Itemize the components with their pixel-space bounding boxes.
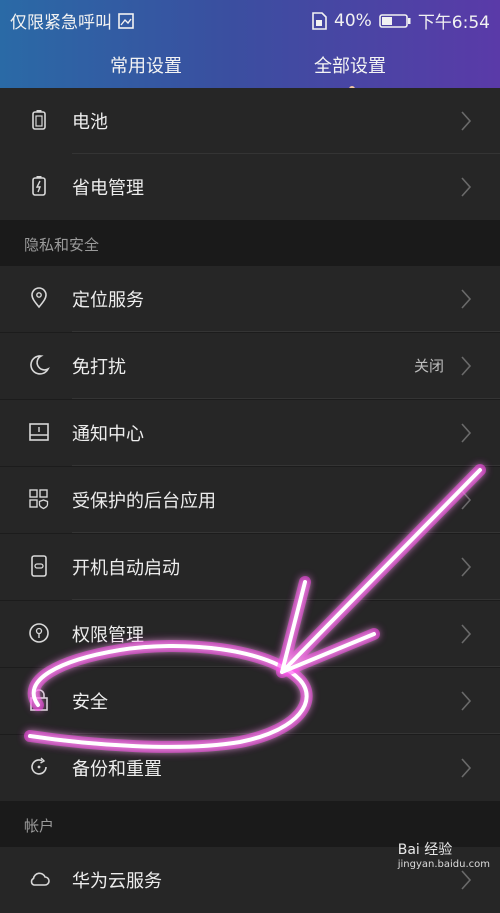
settings-item-security[interactable]: 安全 — [0, 668, 500, 734]
settings-item-label: 开机自动启动 — [72, 558, 180, 579]
chevron-right-icon — [461, 557, 472, 577]
tab-common-settings[interactable]: 常用设置 — [110, 52, 182, 78]
battery-icon — [32, 110, 46, 130]
settings-item-autostart[interactable]: 开机自动启动 — [0, 534, 500, 600]
power-saving-icon — [32, 176, 46, 196]
settings-item-label: 免打扰 — [72, 357, 126, 378]
settings-item-notification-center[interactable]: 通知中心 — [0, 400, 500, 466]
chevron-right-icon — [461, 758, 472, 778]
settings-item-protected-apps[interactable]: 受保护的后台应用 — [0, 467, 500, 533]
baidu-jingyan-watermark: Bai 经验 jingyan.baidu.com — [398, 839, 490, 870]
carrier-text: 仅限紧急呼叫 — [10, 13, 112, 33]
divider — [72, 599, 500, 600]
autostart-icon — [31, 555, 47, 577]
chevron-right-icon — [461, 177, 472, 197]
protected-apps-icon — [29, 489, 49, 510]
settings-list: 电池 省电管理 隐私和安全 定位服务 免打扰 关闭 通知中心 受保护的后台应用 … — [0, 88, 500, 913]
chevron-right-icon — [461, 691, 472, 711]
moon-icon — [30, 355, 50, 375]
watermark-url: jingyan.baidu.com — [397, 859, 490, 870]
battery-percent: 40% — [334, 10, 372, 31]
settings-item-power-saving[interactable]: 省电管理 — [0, 154, 500, 220]
app-header: 仅限紧急呼叫 40% 下午6:54 常用设置 全部设置 — [0, 0, 500, 100]
settings-item-label: 权限管理 — [72, 625, 144, 646]
tab-all-settings[interactable]: 全部设置 — [314, 52, 386, 78]
settings-item-backup-reset[interactable]: 备份和重置 — [0, 735, 500, 801]
divider — [72, 331, 500, 332]
cloud-icon — [30, 872, 50, 886]
location-pin-icon — [31, 287, 47, 309]
settings-item-label: 备份和重置 — [72, 759, 162, 780]
status-bar: 仅限紧急呼叫 40% 下午6:54 — [0, 0, 500, 36]
settings-item-label: 省电管理 — [72, 178, 144, 199]
chevron-right-icon — [461, 624, 472, 644]
chevron-right-icon — [461, 870, 472, 890]
divider — [72, 398, 500, 399]
divider — [72, 532, 500, 533]
chevron-right-icon — [461, 111, 472, 131]
settings-item-location[interactable]: 定位服务 — [0, 266, 500, 332]
divider — [72, 733, 500, 734]
divider — [72, 465, 500, 466]
chevron-right-icon — [461, 490, 472, 510]
clock: 下午6:54 — [417, 13, 490, 33]
divider — [72, 666, 500, 667]
sim-card-icon — [312, 11, 327, 30]
chevron-right-icon — [461, 289, 472, 309]
settings-item-permissions[interactable]: 权限管理 — [0, 601, 500, 667]
settings-item-label: 受保护的后台应用 — [72, 491, 216, 512]
reset-icon — [31, 757, 47, 775]
settings-item-label: 电池 — [72, 112, 108, 133]
section-header-privacy: 隐私和安全 — [0, 220, 500, 266]
settings-item-do-not-disturb[interactable]: 免打扰 关闭 — [0, 333, 500, 399]
chevron-right-icon — [461, 356, 472, 376]
section-title: 隐私和安全 — [24, 236, 100, 254]
dnd-status-value: 关闭 — [413, 357, 444, 375]
settings-item-label: 安全 — [72, 692, 108, 713]
image-notification-icon — [118, 12, 134, 29]
settings-item-label: 定位服务 — [72, 290, 144, 311]
watermark-brand: Bai 经验 — [397, 842, 453, 858]
settings-item-label: 华为云服务 — [72, 871, 162, 892]
settings-item-battery[interactable]: 电池 — [0, 88, 500, 154]
battery-status-icon — [379, 13, 411, 28]
lock-icon — [30, 689, 48, 711]
settings-item-label: 通知中心 — [72, 424, 144, 445]
settings-tabs: 常用设置 全部设置 — [0, 52, 500, 92]
key-shield-icon — [29, 623, 49, 643]
section-title: 帐户 — [24, 817, 55, 835]
notification-center-icon — [29, 423, 49, 441]
chevron-right-icon — [461, 423, 472, 443]
